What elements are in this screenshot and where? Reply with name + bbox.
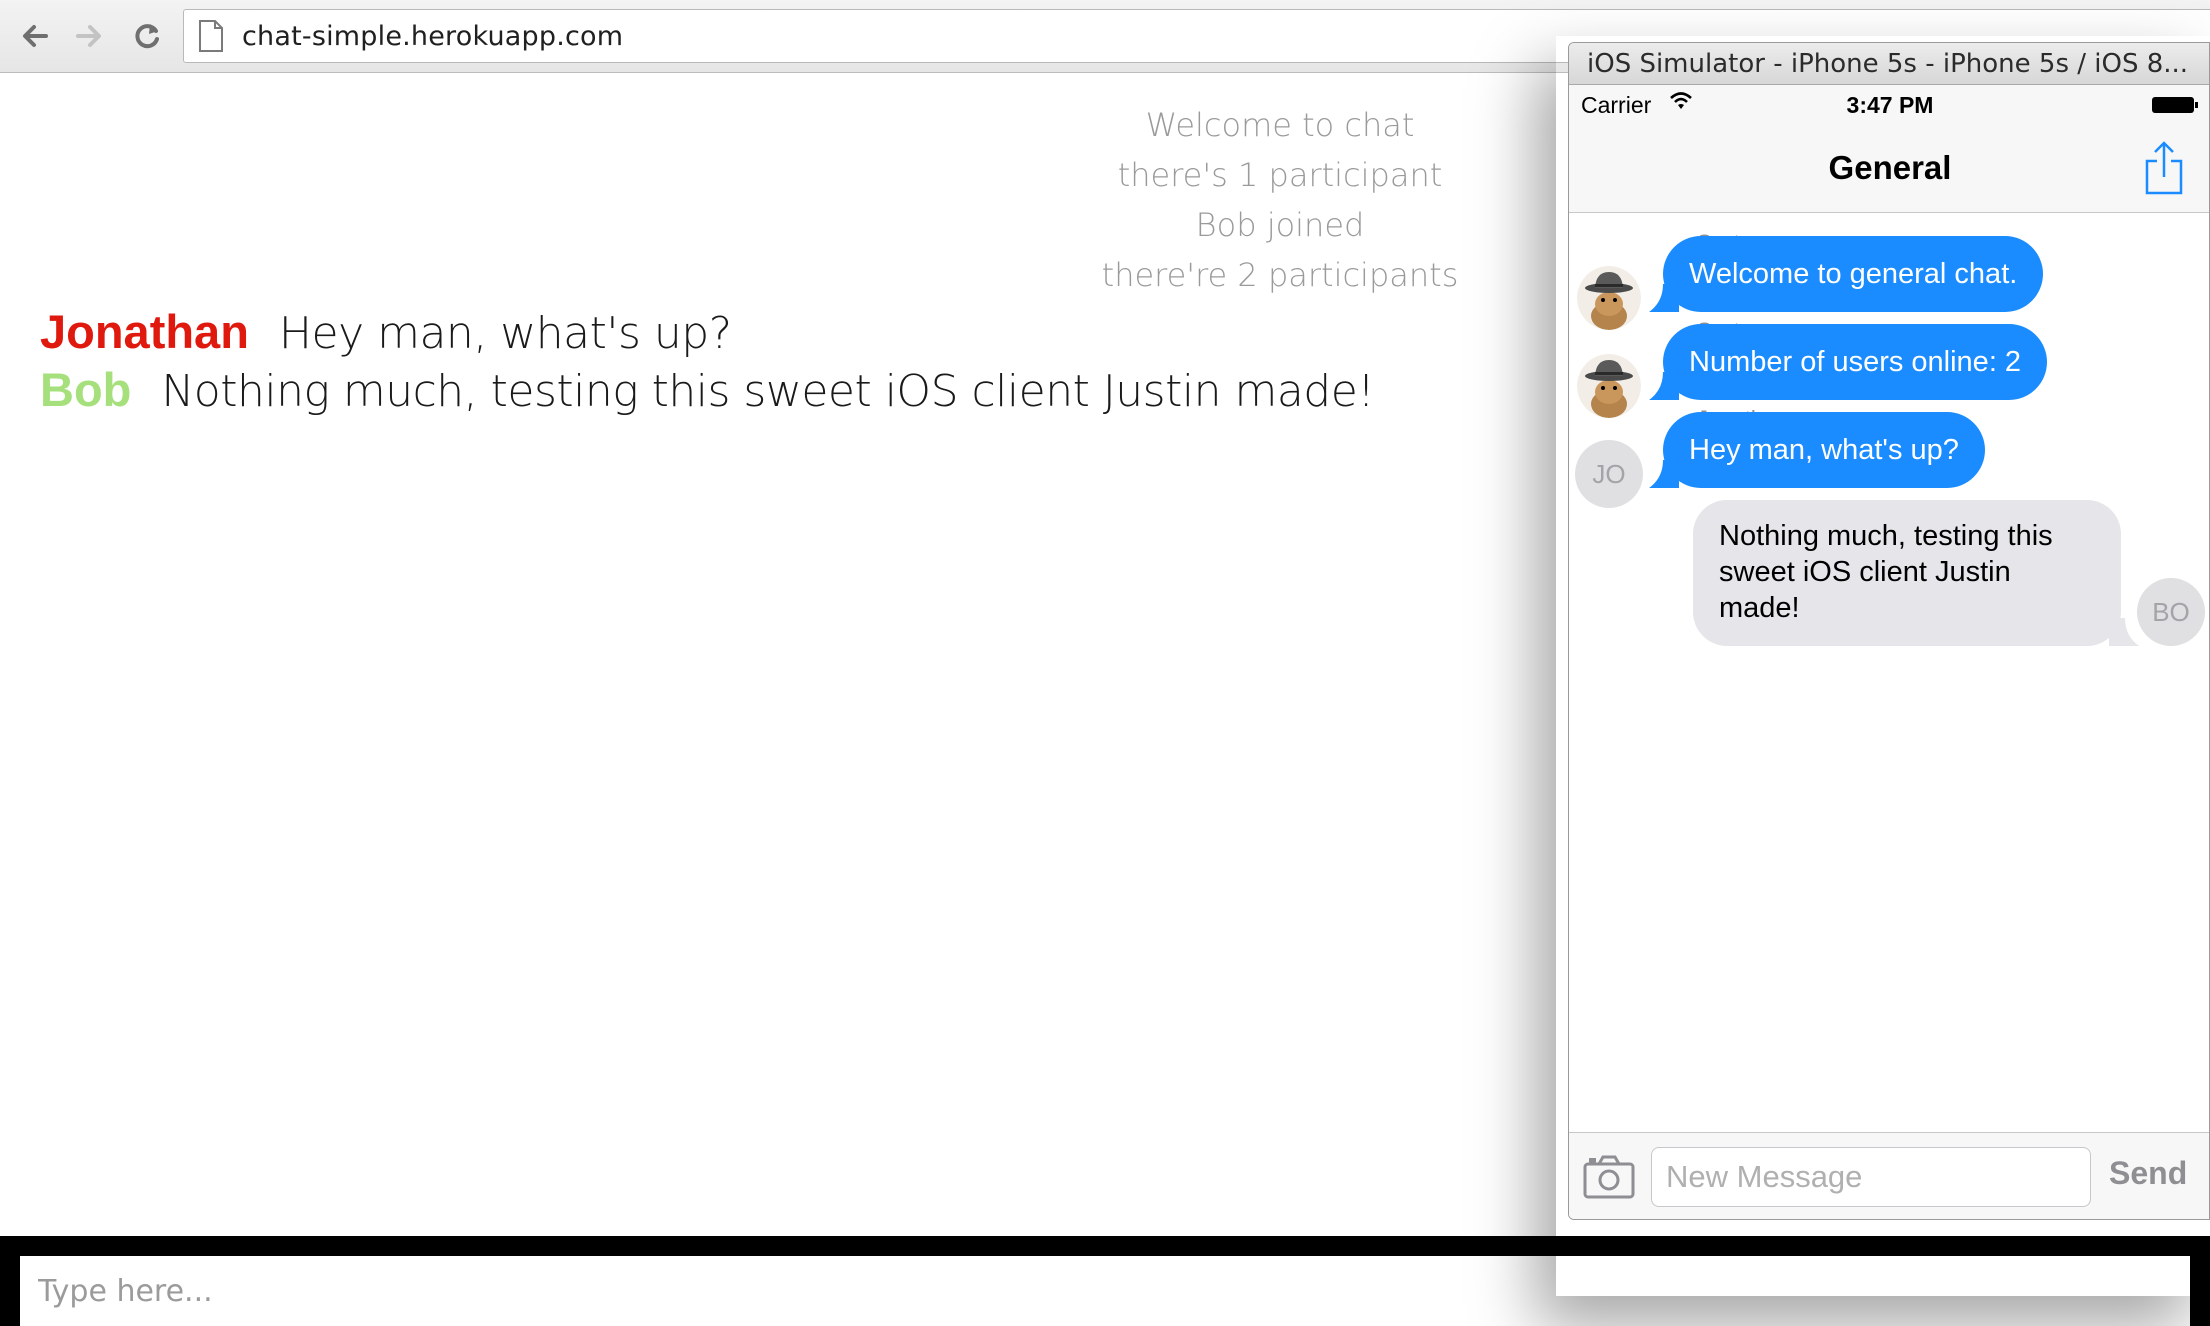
reload-icon — [135, 24, 159, 49]
bubble-tail — [1649, 284, 1679, 312]
system-messages: Welcome to chat there's 1 participant Bo… — [1080, 100, 1480, 300]
battery-icon — [2152, 97, 2198, 113]
chat-log: Jonathan Hey man, what's up? Bob Nothing… — [40, 304, 1375, 420]
chat-text: Nothing much, testing this sweet iOS cli… — [161, 366, 1375, 417]
avatar — [1577, 266, 1641, 330]
chat-message: Bob Nothing much, testing this sweet iOS… — [40, 362, 1375, 420]
avatar-initials: JO — [1575, 440, 1643, 508]
nav-title: General — [1828, 149, 1952, 186]
back-arrow-icon — [23, 25, 48, 47]
back-button[interactable] — [14, 14, 56, 58]
message-bubble: Number of users online: 2 — [1663, 324, 2048, 400]
new-message-input[interactable] — [1651, 1147, 2091, 1207]
system-message: Bob joined — [1195, 206, 1365, 244]
status-time: 3:47 PM — [1846, 92, 1934, 118]
system-message: there's 1 participant — [1117, 156, 1443, 194]
system-message: Welcome to chat — [1145, 106, 1415, 144]
message-bubble: Hey man, what's up? — [1663, 412, 1985, 488]
message-bubble: Welcome to general chat. — [1663, 236, 2044, 312]
forward-arrow-icon — [76, 25, 101, 47]
chat-text: Hey man, what's up? — [278, 308, 732, 359]
squirrel-avatar-icon — [1577, 354, 1641, 418]
chat-author: Jonathan — [40, 305, 249, 358]
bubble-tail — [1649, 372, 1679, 400]
message-bubble: Nothing much, testing this sweet iOS cli… — [1693, 500, 2121, 646]
ios-navigation-bar: General — [1569, 123, 2209, 213]
url-text: chat-simple.herokuapp.com — [242, 20, 624, 52]
avatar — [1577, 354, 1641, 418]
chat-message: Jonathan Hey man, what's up? — [40, 304, 1374, 362]
squirrel-avatar-icon — [1577, 266, 1641, 330]
bubble-tail — [2109, 618, 2139, 646]
forward-button[interactable] — [68, 14, 110, 58]
send-button[interactable]: Send — [2109, 1155, 2187, 1192]
ios-simulator-window: iOS Simulator - iPhone 5s - iPhone 5s / … — [1568, 42, 2210, 1220]
bubble-tail — [1649, 460, 1679, 488]
page-icon — [199, 20, 223, 52]
simulator-title: iOS Simulator - iPhone 5s - iPhone 5s / … — [1569, 43, 2209, 85]
share-icon[interactable] — [2143, 139, 2185, 197]
avatar-initials: BO — [2137, 578, 2205, 646]
camera-icon[interactable] — [1583, 1155, 1635, 1199]
reload-button[interactable] — [126, 14, 168, 58]
system-message: there're 2 participants — [1101, 256, 1459, 294]
ios-status-bar: Carrier 3:47 PM — [1569, 85, 2209, 123]
message-list: System Welcome to general chat. System — [1569, 214, 2209, 1174]
chat-author: Bob — [40, 363, 132, 416]
message-input-toolbar: Send — [1569, 1132, 2209, 1219]
